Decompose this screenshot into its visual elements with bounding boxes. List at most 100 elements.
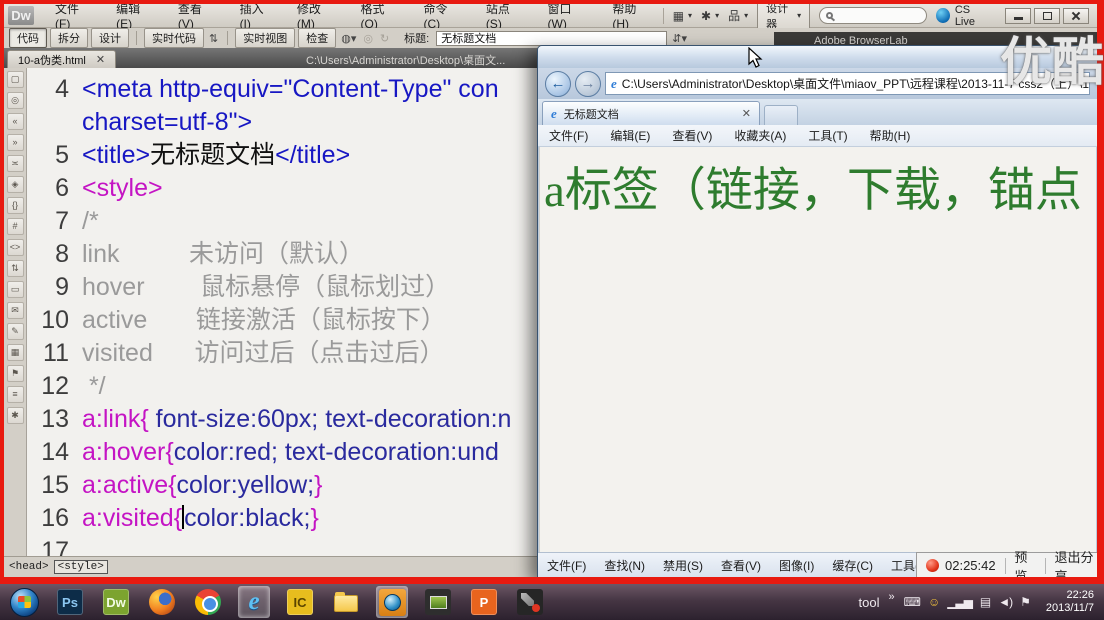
coding-toolbar-icon[interactable]: ✎ bbox=[7, 323, 24, 340]
dw-menu-item[interactable]: 编辑(E) bbox=[104, 4, 166, 27]
coding-toolbar-icon[interactable]: ◎ bbox=[7, 92, 24, 109]
dw-menu-item[interactable]: 插入(I) bbox=[228, 4, 285, 27]
tag-selector[interactable]: <style> bbox=[54, 560, 108, 574]
dw-menu-item[interactable]: 文件(F) bbox=[43, 4, 104, 27]
tray-icons: ⌨ ☺ ▁▃▅ ▤ ◄) ⚑ bbox=[904, 595, 1030, 609]
coding-toolbar-icon[interactable]: ▭ bbox=[7, 281, 24, 298]
line-number: 6 bbox=[28, 172, 82, 205]
code-view-button[interactable]: 代码 bbox=[9, 28, 47, 48]
search-input[interactable] bbox=[819, 7, 927, 24]
command-bar-item[interactable]: 查看(V) bbox=[712, 553, 770, 577]
coding-toolbar-icon[interactable]: ⇅ bbox=[7, 260, 24, 277]
screen-recorder[interactable] bbox=[514, 586, 546, 618]
tray-expand-icon[interactable]: » bbox=[888, 591, 894, 603]
command-bar-item[interactable]: 文件(F) bbox=[538, 553, 595, 577]
dw-menubar: Dw 文件(F)编辑(E)查看(V)插入(I)修改(M)格式(O)命令(C)站点… bbox=[4, 4, 1097, 28]
page-link-text[interactable]: a标签（链接，下载，锚点 bbox=[540, 147, 1096, 220]
back-button[interactable]: ← bbox=[545, 71, 571, 97]
live-view-button[interactable]: 实时视图 bbox=[235, 28, 295, 48]
browser-tab[interactable]: e 无标题文档 ✕ bbox=[542, 101, 760, 125]
validate-icon: ◎ bbox=[361, 32, 375, 45]
dw-menu-item[interactable]: 站点(S) bbox=[474, 4, 536, 27]
dw-menu-item[interactable]: 命令(C) bbox=[411, 4, 473, 27]
display-icon[interactable]: ▤ bbox=[980, 595, 990, 609]
dw-menu-item[interactable]: 修改(M) bbox=[285, 4, 349, 27]
code-line-text: */ bbox=[82, 370, 106, 403]
browser-menu-item[interactable]: 工具(T) bbox=[797, 125, 858, 146]
screen-recorder-icon bbox=[517, 589, 543, 615]
live-code-button[interactable]: 实时代码 bbox=[144, 28, 204, 48]
coding-toolbar-icon[interactable]: {} bbox=[7, 197, 24, 214]
document-title-input[interactable]: 无标题文档 bbox=[436, 31, 667, 46]
coding-toolbar-icon[interactable]: ▦ bbox=[7, 344, 24, 361]
windows-explorer[interactable] bbox=[330, 586, 362, 618]
coding-toolbar-icon[interactable]: ≡ bbox=[7, 386, 24, 403]
youku-watermark: 优酷 bbox=[1000, 20, 1104, 95]
design-view-button[interactable]: 设计 bbox=[91, 28, 129, 48]
file-management-icon[interactable]: ⇵▾ bbox=[670, 32, 689, 45]
volume-icon[interactable]: ◄) bbox=[998, 595, 1012, 609]
remove-hardware-icon[interactable]: ⚑ bbox=[1020, 595, 1030, 609]
chrome[interactable] bbox=[192, 586, 224, 618]
command-bar-item[interactable]: 禁用(S) bbox=[654, 553, 712, 577]
firefox[interactable] bbox=[146, 586, 178, 618]
dw-menu-item[interactable]: 帮助(H) bbox=[600, 4, 662, 27]
file-tab[interactable]: 10-a伪类.html ✕ bbox=[7, 50, 116, 68]
coding-toolbar-icon[interactable]: ≍ bbox=[7, 155, 24, 172]
coding-toolbar-icon[interactable]: ⚑ bbox=[7, 365, 24, 382]
site-icon[interactable]: 品 bbox=[728, 7, 740, 24]
extend-icon[interactable]: ✱ bbox=[701, 9, 711, 23]
coding-toolbar-icon[interactable]: <> bbox=[7, 239, 24, 256]
screen-camera-icon bbox=[379, 589, 406, 616]
photoshop-icon: Ps bbox=[57, 589, 83, 615]
p-messenger[interactable]: P bbox=[468, 586, 500, 618]
taskbar-clock[interactable]: 22:26 2013/11/7 bbox=[1046, 589, 1094, 615]
close-tab-icon[interactable]: ✕ bbox=[96, 53, 105, 66]
browser-menu-item[interactable]: 文件(F) bbox=[538, 125, 599, 146]
browser-menubar: 文件(F)编辑(E)查看(V)收藏夹(A)工具(T)帮助(H) bbox=[538, 125, 1097, 147]
browser-menu-item[interactable]: 帮助(H) bbox=[859, 125, 922, 146]
tray-tool-label[interactable]: tool bbox=[859, 595, 880, 610]
image-viewer[interactable] bbox=[422, 586, 454, 618]
taskbar-apps: Ps Dw e IC P bbox=[8, 586, 546, 618]
coding-toolbar-icon[interactable]: ◈ bbox=[7, 176, 24, 193]
dreamweaver[interactable]: Dw bbox=[100, 586, 132, 618]
screen-camera[interactable] bbox=[376, 586, 408, 618]
browser-menu-item[interactable]: 收藏夹(A) bbox=[723, 125, 797, 146]
new-tab-button[interactable] bbox=[764, 105, 798, 125]
chevron-down-icon: ▾ bbox=[797, 11, 801, 20]
browser-menu-item[interactable]: 编辑(E) bbox=[599, 125, 661, 146]
preview-browser-icon[interactable]: ◍▾ bbox=[339, 32, 358, 45]
ic-tool[interactable]: IC bbox=[284, 586, 316, 618]
browser-menu-item[interactable]: 查看(V) bbox=[661, 125, 723, 146]
file-sync-icon[interactable]: ⇅ bbox=[207, 32, 220, 45]
network-signal-icon[interactable]: ▁▃▅ bbox=[947, 595, 972, 609]
dw-menu-item[interactable]: 窗口(W) bbox=[536, 4, 601, 27]
start-button[interactable] bbox=[8, 586, 40, 618]
coding-toolbar-icon[interactable]: « bbox=[7, 113, 24, 130]
divider bbox=[1045, 558, 1046, 574]
cs-live-button[interactable]: CS Live bbox=[936, 4, 990, 28]
im-icon[interactable]: ☺ bbox=[928, 595, 939, 609]
code-line-text: a:visited{color:black;} bbox=[82, 502, 319, 535]
tag-selector[interactable]: <head> bbox=[9, 561, 49, 573]
split-view-button[interactable]: 拆分 bbox=[50, 28, 88, 48]
close-tab-icon[interactable]: ✕ bbox=[742, 107, 751, 120]
dw-menu-item[interactable]: 格式(O) bbox=[348, 4, 411, 27]
command-bar-item[interactable]: 查找(N) bbox=[595, 553, 654, 577]
code-line-text: visited 访问过后（点击过后） bbox=[82, 337, 445, 370]
layout-switch-icon[interactable]: ▦ bbox=[673, 9, 684, 23]
forward-button[interactable]: → bbox=[575, 71, 601, 97]
photoshop[interactable]: Ps bbox=[54, 586, 86, 618]
command-bar-item[interactable]: 图像(I) bbox=[770, 553, 823, 577]
dw-menu-item[interactable]: 查看(V) bbox=[166, 4, 228, 27]
coding-toolbar-icon[interactable]: ✉ bbox=[7, 302, 24, 319]
keyboard-icon[interactable]: ⌨ bbox=[904, 595, 920, 609]
coding-toolbar-icon[interactable]: » bbox=[7, 134, 24, 151]
inspect-button[interactable]: 检查 bbox=[298, 28, 336, 48]
coding-toolbar-icon[interactable]: ✱ bbox=[7, 407, 24, 424]
coding-toolbar-icon[interactable]: ▢ bbox=[7, 71, 24, 88]
internet-explorer[interactable]: e bbox=[238, 586, 270, 618]
command-bar-item[interactable]: 缓存(C) bbox=[823, 553, 882, 577]
coding-toolbar-icon[interactable]: # bbox=[7, 218, 24, 235]
